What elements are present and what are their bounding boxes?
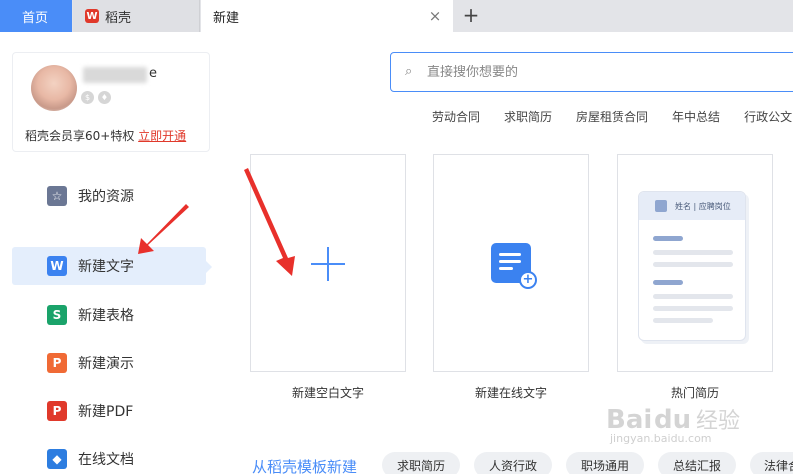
resume-thumbnail: 姓名 | 应聘岗位 [638, 191, 746, 341]
resume-header-text: 姓名 | 应聘岗位 [675, 201, 731, 211]
online-doc-add-icon: + [491, 243, 537, 289]
svg-text:du: du [654, 405, 691, 435]
tab-daoke-label: 稻壳 [105, 10, 132, 26]
wps-presentation-icon: P [47, 353, 67, 373]
tab-home-label: 首页 [22, 10, 49, 26]
sidebar-item[interactable]: S 新建表格 [12, 296, 206, 334]
sidebar-item[interactable]: ◆ 在线文档 [12, 440, 206, 474]
plus-icon [311, 247, 345, 281]
sidebar-item[interactable]: P 新建PDF [12, 392, 206, 430]
hot-resume-card[interactable]: 姓名 | 应聘岗位 [617, 154, 773, 372]
coin-badge-icon: $ [81, 91, 94, 104]
tab-home[interactable]: 首页 [0, 0, 72, 32]
sidebar-item-label: 我的资源 [78, 189, 134, 205]
tab-new-label: 新建 [213, 10, 240, 26]
active-pointer [206, 261, 212, 273]
person-icon [655, 200, 667, 212]
pdf-icon: P [47, 401, 67, 421]
svg-text:经验: 经验 [696, 409, 740, 434]
tab-new[interactable]: 新建 × [201, 0, 453, 32]
avatar[interactable] [31, 65, 77, 111]
watermark-url: jingyan.baidu.com [610, 432, 712, 445]
sidebar-item[interactable]: P 新建演示 [12, 344, 206, 382]
member-promo: 稻壳会员享60+特权 立即开通 [25, 127, 186, 144]
tab-bar: 首页 W 稻壳 新建 × + [0, 0, 793, 32]
baidu-watermark-icon: Bai du 经验 [606, 405, 740, 435]
template-tag[interactable]: 人资行政 [474, 452, 552, 474]
user-badges: $ ♦ [81, 91, 111, 104]
user-card: e $ ♦ 稻壳会员享60+特权 立即开通 [12, 52, 210, 152]
tab-daoke[interactable]: W 稻壳 [73, 0, 200, 32]
user-name: e [149, 66, 157, 81]
new-online-doc-card[interactable]: + [433, 154, 589, 372]
hot-tag[interactable]: 房屋租赁合同 [576, 108, 648, 125]
star-icon: ☆ [47, 186, 67, 206]
hot-tags: 劳动合同 求职简历 房屋租赁合同 年中总结 行政公文 [432, 108, 792, 125]
new-blank-doc-label: 新建空白文字 [291, 386, 364, 400]
member-promo-text: 稻壳会员享60+特权 [25, 129, 135, 143]
search-input[interactable] [427, 64, 767, 80]
user-name-blurred [83, 67, 147, 83]
svg-text:Bai: Bai [606, 405, 652, 435]
template-title[interactable]: 从稻壳模板新建 [252, 456, 357, 474]
sidebar-item[interactable]: ☆ 我的资源 [12, 177, 206, 215]
diamond-badge-icon: ♦ [98, 91, 111, 104]
sidebar-item[interactable]: W 新建文字 [12, 247, 206, 285]
template-tag[interactable]: 法律合 [750, 452, 793, 474]
daoke-logo-icon: W [85, 9, 99, 23]
close-icon[interactable]: × [427, 8, 443, 24]
sidebar-item-label: 在线文档 [78, 452, 134, 468]
member-open-link[interactable]: 立即开通 [138, 129, 186, 143]
hot-tag[interactable]: 年中总结 [672, 108, 720, 125]
hot-tag[interactable]: 行政公文 [744, 108, 792, 125]
search-box[interactable]: ⌕ [390, 52, 793, 92]
hot-tag[interactable]: 求职简历 [504, 108, 552, 125]
hot-tag[interactable]: 劳动合同 [432, 108, 480, 125]
wps-writer-icon: W [47, 256, 67, 276]
template-tag[interactable]: 求职简历 [382, 452, 460, 474]
sidebar-item-label: 新建表格 [78, 308, 134, 324]
sidebar-item-label: 新建文字 [78, 259, 134, 275]
sidebar-item-label: 新建PDF [78, 404, 134, 420]
template-tag[interactable]: 职场通用 [566, 452, 644, 474]
new-blank-doc-card[interactable] [250, 154, 406, 372]
search-icon: ⌕ [405, 64, 413, 79]
template-tag[interactable]: 总结汇报 [658, 452, 736, 474]
add-tab-icon[interactable]: + [460, 4, 482, 26]
sidebar-item-label: 新建演示 [78, 356, 134, 372]
online-doc-icon: ◆ [47, 449, 67, 469]
new-online-doc-label: 新建在线文字 [474, 386, 547, 400]
wps-sheet-icon: S [47, 305, 67, 325]
